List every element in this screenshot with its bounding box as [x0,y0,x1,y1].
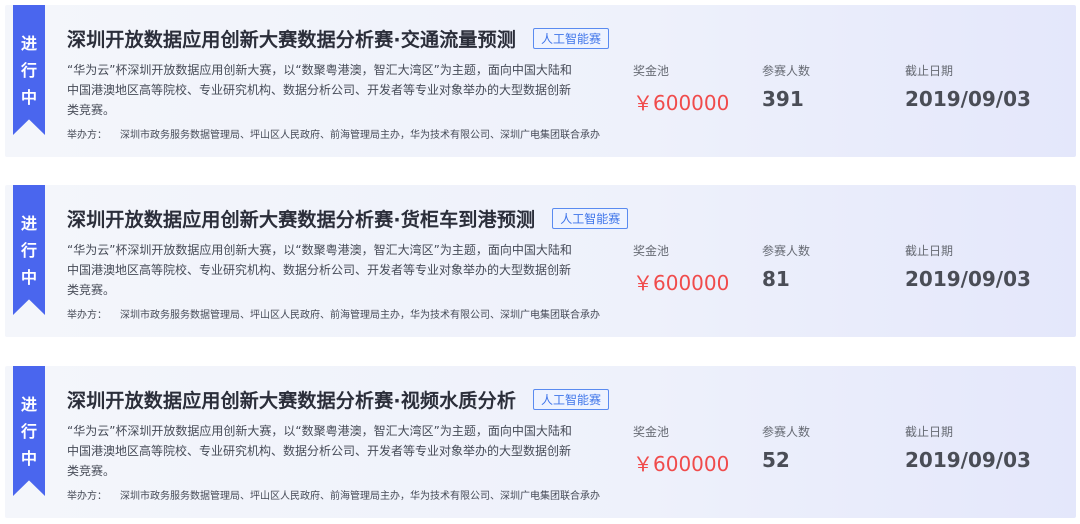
status-char: 行 [20,241,37,260]
category-tag: 人工智能赛 [533,27,610,49]
prize-value: ￥600000 [633,91,730,115]
participants-label: 参赛人数 [762,425,811,439]
deadline-value: 2019/09/03 [905,267,1031,291]
prize-value: ￥600000 [633,452,730,476]
participants-label: 参赛人数 [762,244,811,258]
status-ribbon: 进 行 中 [13,366,45,496]
organizers-value: 深圳市政务服务数据管理局、坪山区人民政府、前海管理局主办，华为技术有限公司、深圳… [120,310,600,321]
status-char: 进 [20,395,37,414]
organizers-label: 举办方： [67,491,107,502]
status-char: 中 [20,268,37,287]
competition-card-3[interactable]: 进 行 中 深圳开放数据应用创新大赛数据分析赛·视频水质分析 人工智能赛 “华为… [5,366,1076,518]
category-tag: 人工智能赛 [533,388,610,410]
competition-card-2[interactable]: 进 行 中 深圳开放数据应用创新大赛数据分析赛·货柜车到港预测 人工智能赛 “华… [5,185,1076,337]
prize-label: 奖金池 [633,244,670,258]
deadline-label: 截止日期 [905,244,954,258]
organizers: 举办方： 深圳市政务服务数据管理局、坪山区人民政府、前海管理局主办，华为技术有限公… [67,487,600,502]
participants-label: 参赛人数 [762,64,811,78]
participants-value: 52 [762,448,790,472]
deadline-value: 2019/09/03 [905,87,1031,111]
prize-label: 奖金池 [633,425,670,439]
deadline-label: 截止日期 [905,64,954,78]
status-ribbon: 进 行 中 [13,185,45,315]
status-char: 进 [20,34,37,53]
status-char: 进 [20,214,37,233]
deadline-label: 截止日期 [905,425,954,439]
status-char: 行 [20,422,37,441]
organizers: 举办方： 深圳市政务服务数据管理局、坪山区人民政府、前海管理局主办，华为技术有限公… [67,306,600,321]
organizers-value: 深圳市政务服务数据管理局、坪山区人民政府、前海管理局主办，华为技术有限公司、深圳… [120,130,600,141]
deadline-value: 2019/09/03 [905,448,1031,472]
competition-description: “华为云”杯深圳开放数据应用创新大赛，以“数聚粤港澳，智汇大湾区”为主题，面向中… [67,63,572,117]
competition-title[interactable]: 深圳开放数据应用创新大赛数据分析赛·交通流量预测 [67,25,516,52]
organizers-label: 举办方： [67,310,107,321]
organizers-label: 举办方： [67,130,107,141]
prize-label: 奖金池 [633,64,670,78]
status-char: 中 [20,88,37,107]
competition-title[interactable]: 深圳开放数据应用创新大赛数据分析赛·货柜车到港预测 [67,205,535,232]
status-char: 中 [20,449,37,468]
status-char: 行 [20,61,37,80]
organizers: 举办方： 深圳市政务服务数据管理局、坪山区人民政府、前海管理局主办，华为技术有限公… [67,126,600,141]
category-tag: 人工智能赛 [552,207,629,229]
organizers-value: 深圳市政务服务数据管理局、坪山区人民政府、前海管理局主办，华为技术有限公司、深圳… [120,491,600,502]
competition-title[interactable]: 深圳开放数据应用创新大赛数据分析赛·视频水质分析 [67,386,516,413]
participants-value: 81 [762,267,790,291]
prize-value: ￥600000 [633,271,730,295]
status-ribbon: 进 行 中 [13,5,45,135]
competition-description: “华为云”杯深圳开放数据应用创新大赛，以“数聚粤港澳，智汇大湾区”为主题，面向中… [67,424,572,478]
competition-description: “华为云”杯深圳开放数据应用创新大赛，以“数聚粤港澳，智汇大湾区”为主题，面向中… [67,243,572,297]
participants-value: 391 [762,87,804,111]
competition-card-1[interactable]: 进 行 中 深圳开放数据应用创新大赛数据分析赛·交通流量预测 人工智能赛 “华为… [5,5,1076,157]
